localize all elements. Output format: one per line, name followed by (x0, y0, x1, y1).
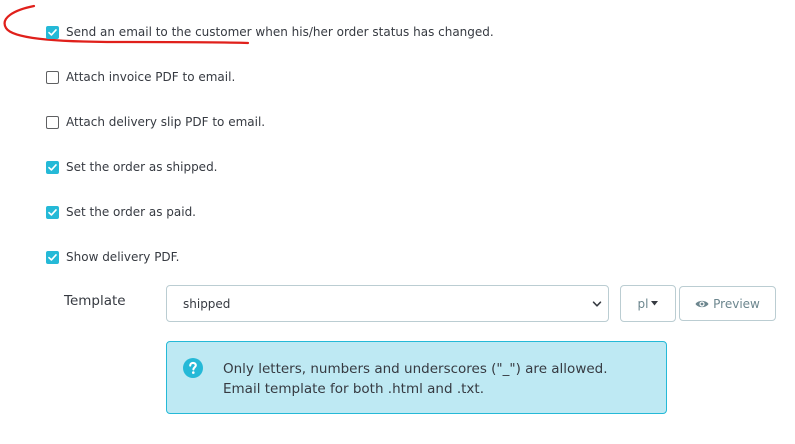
template-info-alert: Only letters, numbers and underscores ("… (166, 341, 667, 414)
send-email-checkbox[interactable] (46, 25, 59, 39)
show-delivery-pdf-label: Show delivery PDF. (66, 250, 180, 264)
attach-invoice-checkbox-row[interactable]: Attach invoice PDF to email. (46, 69, 235, 85)
attach-invoice-checkbox[interactable] (46, 70, 59, 84)
check-icon (48, 163, 57, 171)
template-label: Template (64, 293, 126, 309)
template-select-value: shipped (183, 296, 231, 311)
set-paid-label: Set the order as paid. (66, 205, 196, 219)
chevron-down-icon (592, 301, 602, 307)
set-paid-checkbox[interactable] (46, 205, 59, 219)
set-shipped-checkbox[interactable] (46, 160, 59, 174)
set-shipped-checkbox-row[interactable]: Set the order as shipped. (46, 159, 218, 175)
attach-delivery-slip-checkbox[interactable] (46, 115, 59, 129)
show-delivery-pdf-checkbox[interactable] (46, 250, 59, 264)
preview-button[interactable]: Preview (679, 286, 776, 321)
check-icon (48, 28, 57, 36)
check-icon (48, 208, 57, 216)
send-email-checkbox-row[interactable]: Send an email to the customer when his/h… (46, 24, 494, 40)
info-line-1: Only letters, numbers and underscores ("… (223, 361, 608, 377)
attach-delivery-slip-label: Attach delivery slip PDF to email. (66, 115, 266, 129)
attach-invoice-label: Attach invoice PDF to email. (66, 70, 236, 84)
language-dropdown-button[interactable]: pl (620, 285, 676, 322)
send-email-label: Send an email to the customer when his/h… (66, 25, 494, 39)
set-shipped-label: Set the order as shipped. (66, 160, 218, 174)
preview-label: Preview (713, 296, 760, 311)
attach-delivery-slip-checkbox-row[interactable]: Attach delivery slip PDF to email. (46, 114, 265, 130)
template-select[interactable]: shipped (166, 285, 609, 322)
eye-icon (695, 300, 709, 307)
language-code: pl (637, 296, 649, 311)
check-icon (48, 253, 57, 261)
show-delivery-pdf-checkbox-row[interactable]: Show delivery PDF. (46, 249, 179, 265)
set-paid-checkbox-row[interactable]: Set the order as paid. (46, 204, 196, 220)
caret-down-icon (651, 301, 659, 306)
question-circle-icon (183, 358, 203, 378)
info-text: Only letters, numbers and underscores ("… (223, 359, 608, 399)
info-line-2: Email template for both .html and .txt. (223, 381, 484, 397)
